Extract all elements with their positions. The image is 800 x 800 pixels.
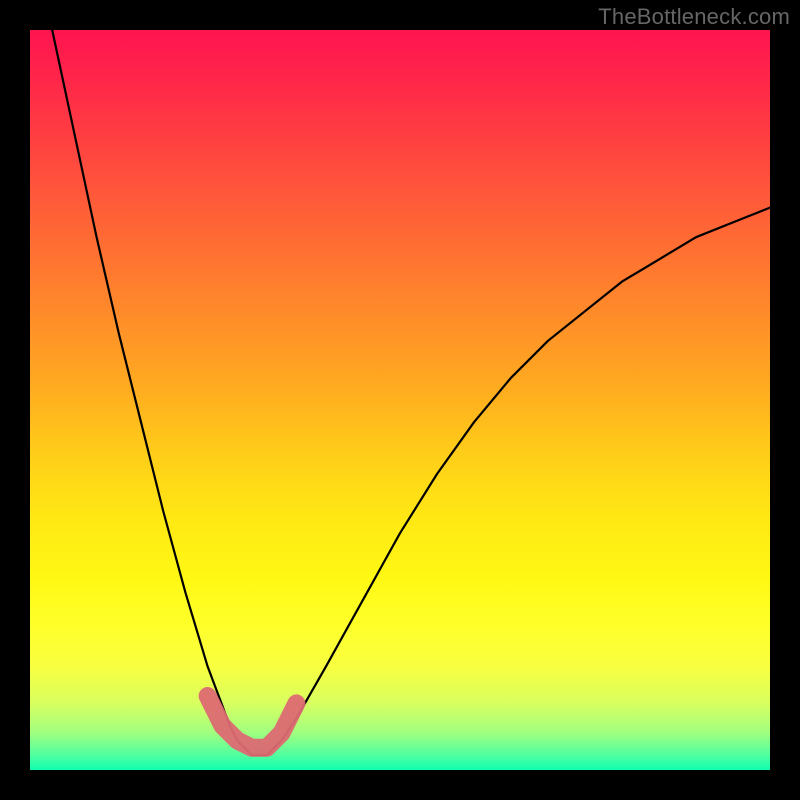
highlight-segment xyxy=(208,696,297,748)
chart-svg xyxy=(30,30,770,770)
plot-area xyxy=(30,30,770,770)
watermark-text: TheBottleneck.com xyxy=(598,4,790,30)
chart-frame: TheBottleneck.com xyxy=(0,0,800,800)
curve-line xyxy=(52,30,770,755)
